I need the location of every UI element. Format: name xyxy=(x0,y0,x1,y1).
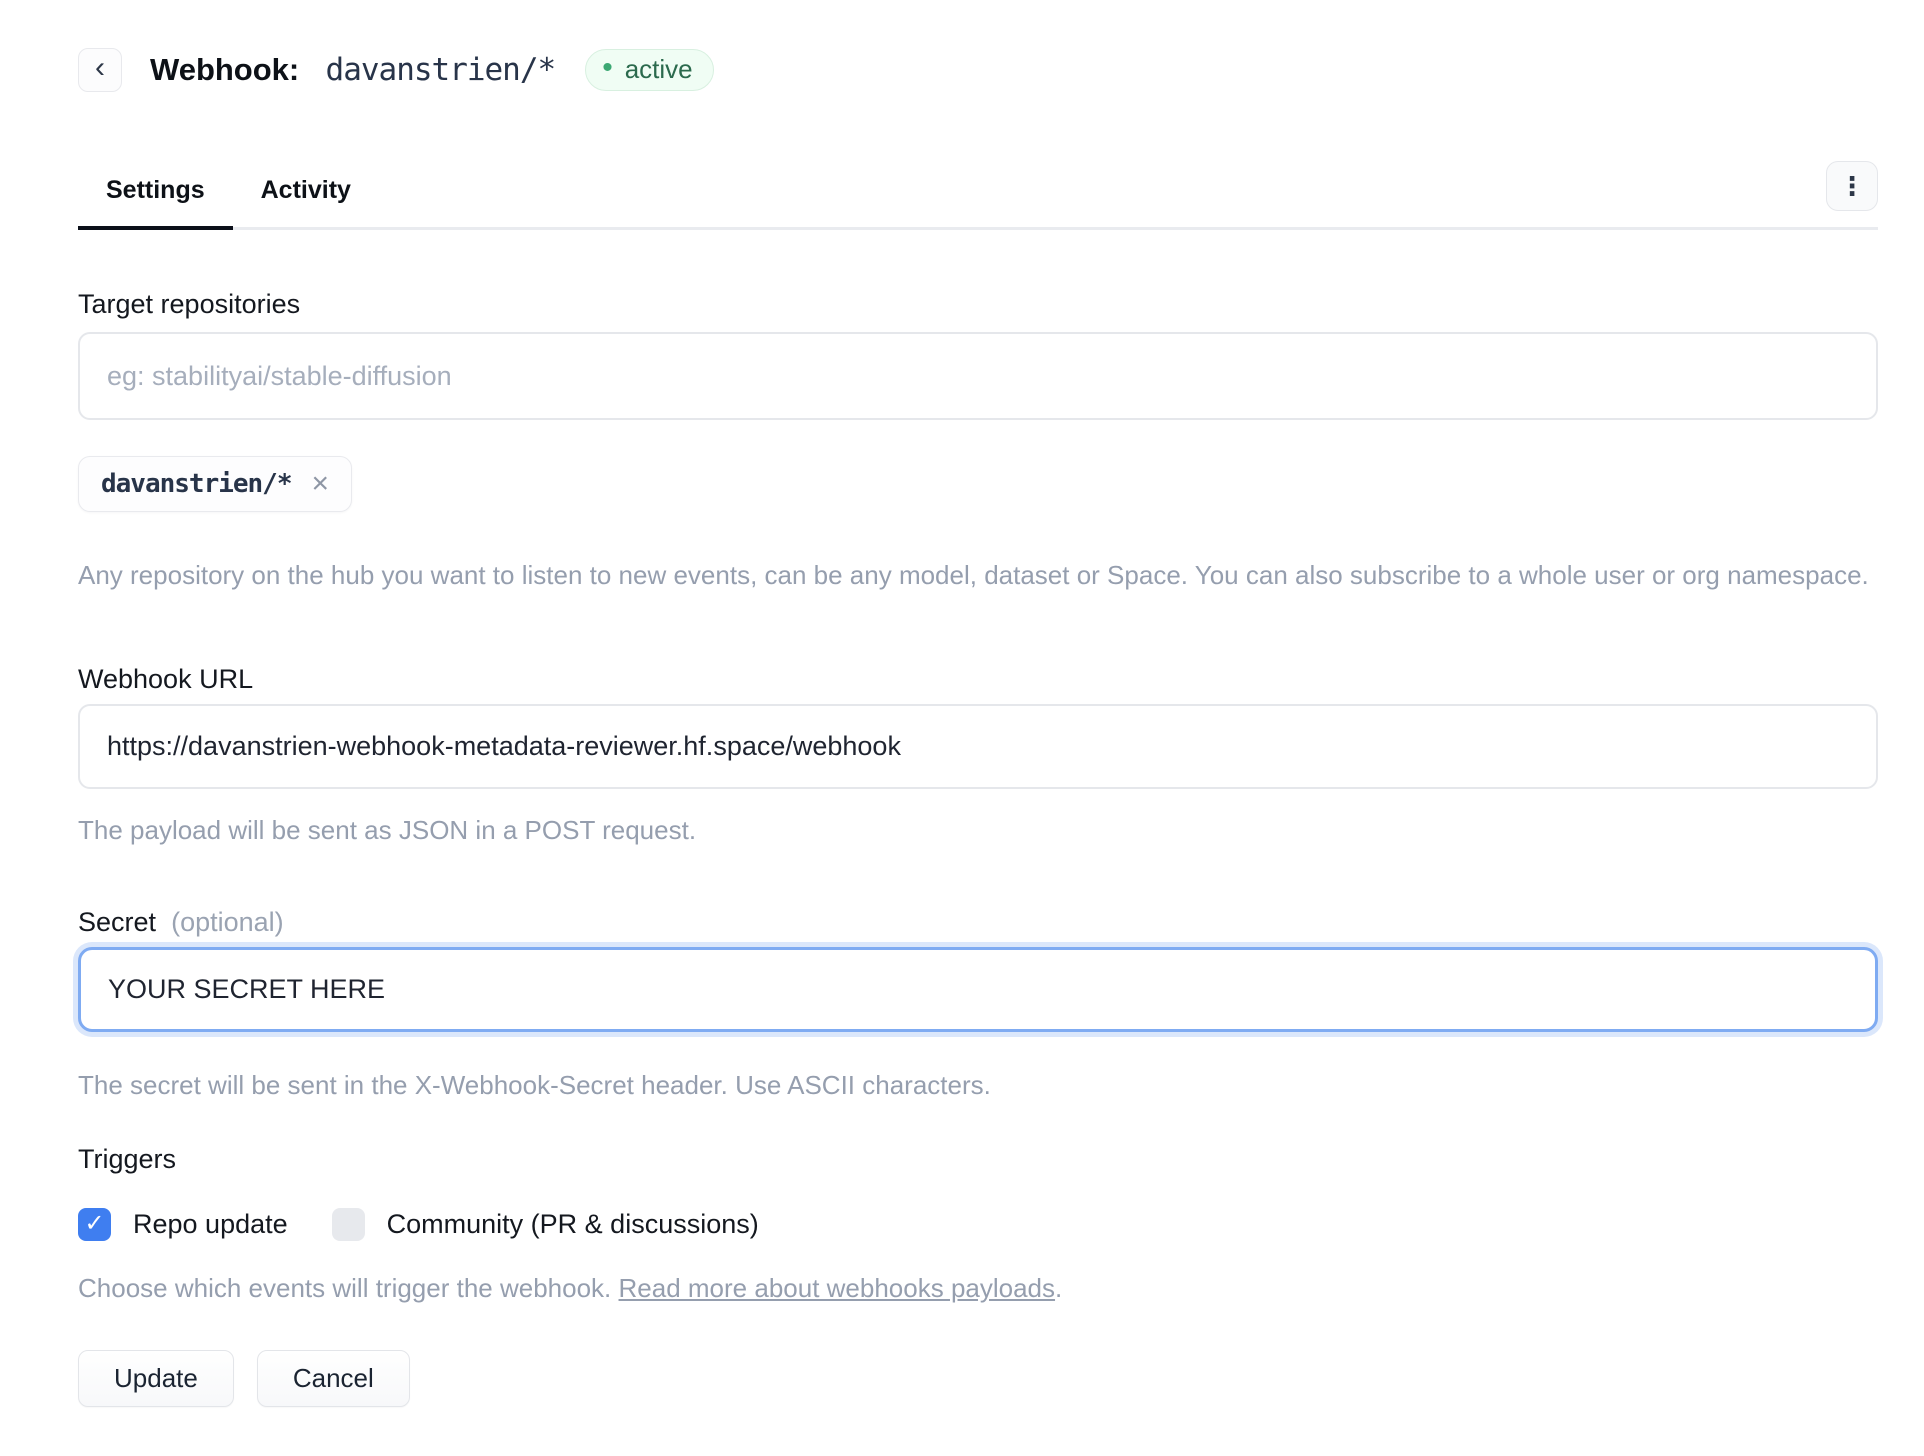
tab-settings-label: Settings xyxy=(106,176,205,204)
page-title-label: Webhook: xyxy=(150,52,299,87)
repo-tag-chip: davanstrien/* × xyxy=(78,456,352,512)
webhook-settings-page: ‹ Webhook: davanstrien/* • active Settin… xyxy=(0,0,1924,1456)
back-chevron-icon: ‹ xyxy=(95,53,105,83)
page-header: ‹ Webhook: davanstrien/* • active xyxy=(78,48,1878,92)
target-repositories-help: Any repository on the hub you want to li… xyxy=(78,558,1878,592)
webhook-url-help: The payload will be sent as JSON in a PO… xyxy=(78,813,1878,847)
triggers-help: Choose which events will trigger the web… xyxy=(78,1271,1878,1305)
target-repositories-section: Target repositories davanstrien/* × Any … xyxy=(78,287,1878,592)
status-dot-icon: • xyxy=(602,53,613,83)
secret-input[interactable] xyxy=(78,947,1878,1032)
trigger-option-community[interactable]: ✓ Community (PR & discussions) xyxy=(332,1208,759,1241)
tab-bar: Settings Activity ⋮ xyxy=(78,176,1878,230)
triggers-section: Triggers ✓ Repo update ✓ Community (PR &… xyxy=(78,1142,1878,1305)
target-repositories-input[interactable] xyxy=(78,332,1878,420)
page-title: Webhook: davanstrien/* xyxy=(150,52,555,88)
trigger-option-repo-update[interactable]: ✓ Repo update xyxy=(78,1208,288,1241)
tab-activity[interactable]: Activity xyxy=(233,176,379,227)
webhooks-payloads-link[interactable]: Read more about webhooks payloads xyxy=(619,1273,1056,1303)
secret-optional-label: (optional) xyxy=(164,907,284,937)
form-actions: Update Cancel xyxy=(78,1350,1878,1407)
back-button[interactable]: ‹ xyxy=(78,48,122,92)
community-checkbox[interactable]: ✓ xyxy=(332,1208,365,1241)
webhook-url-section: Webhook URL The payload will be sent as … xyxy=(78,662,1878,847)
status-badge: • active xyxy=(585,49,713,91)
overflow-menu-button[interactable]: ⋮ xyxy=(1826,161,1878,211)
kebab-icon: ⋮ xyxy=(1839,171,1865,202)
page-title-repo: davanstrien/* xyxy=(308,52,555,88)
secret-section: Secret (optional) The secret will be sen… xyxy=(78,905,1878,1102)
triggers-label: Triggers xyxy=(78,1142,1878,1176)
triggers-help-suffix: . xyxy=(1055,1273,1062,1303)
status-badge-label: active xyxy=(625,54,693,85)
webhook-url-input[interactable] xyxy=(78,704,1878,789)
tab-settings[interactable]: Settings xyxy=(78,176,233,227)
triggers-options-row: ✓ Repo update ✓ Community (PR & discussi… xyxy=(78,1208,1878,1241)
community-checkbox-label[interactable]: Community (PR & discussions) xyxy=(387,1209,759,1240)
secret-help: The secret will be sent in the X-Webhook… xyxy=(78,1068,1878,1102)
repo-update-checkbox-label[interactable]: Repo update xyxy=(133,1209,288,1240)
triggers-help-text: Choose which events will trigger the web… xyxy=(78,1273,619,1303)
checkmark-icon: ✓ xyxy=(84,1212,104,1236)
webhook-url-label: Webhook URL xyxy=(78,662,1878,696)
target-repositories-label: Target repositories xyxy=(78,287,1878,321)
update-button[interactable]: Update xyxy=(78,1350,234,1407)
tab-activity-label: Activity xyxy=(261,176,351,204)
cancel-button[interactable]: Cancel xyxy=(257,1350,410,1407)
remove-tag-icon[interactable]: × xyxy=(312,469,330,499)
repo-tag-label: davanstrien/* xyxy=(101,469,292,499)
secret-label: Secret (optional) xyxy=(78,905,1878,939)
repo-update-checkbox[interactable]: ✓ xyxy=(78,1208,111,1241)
